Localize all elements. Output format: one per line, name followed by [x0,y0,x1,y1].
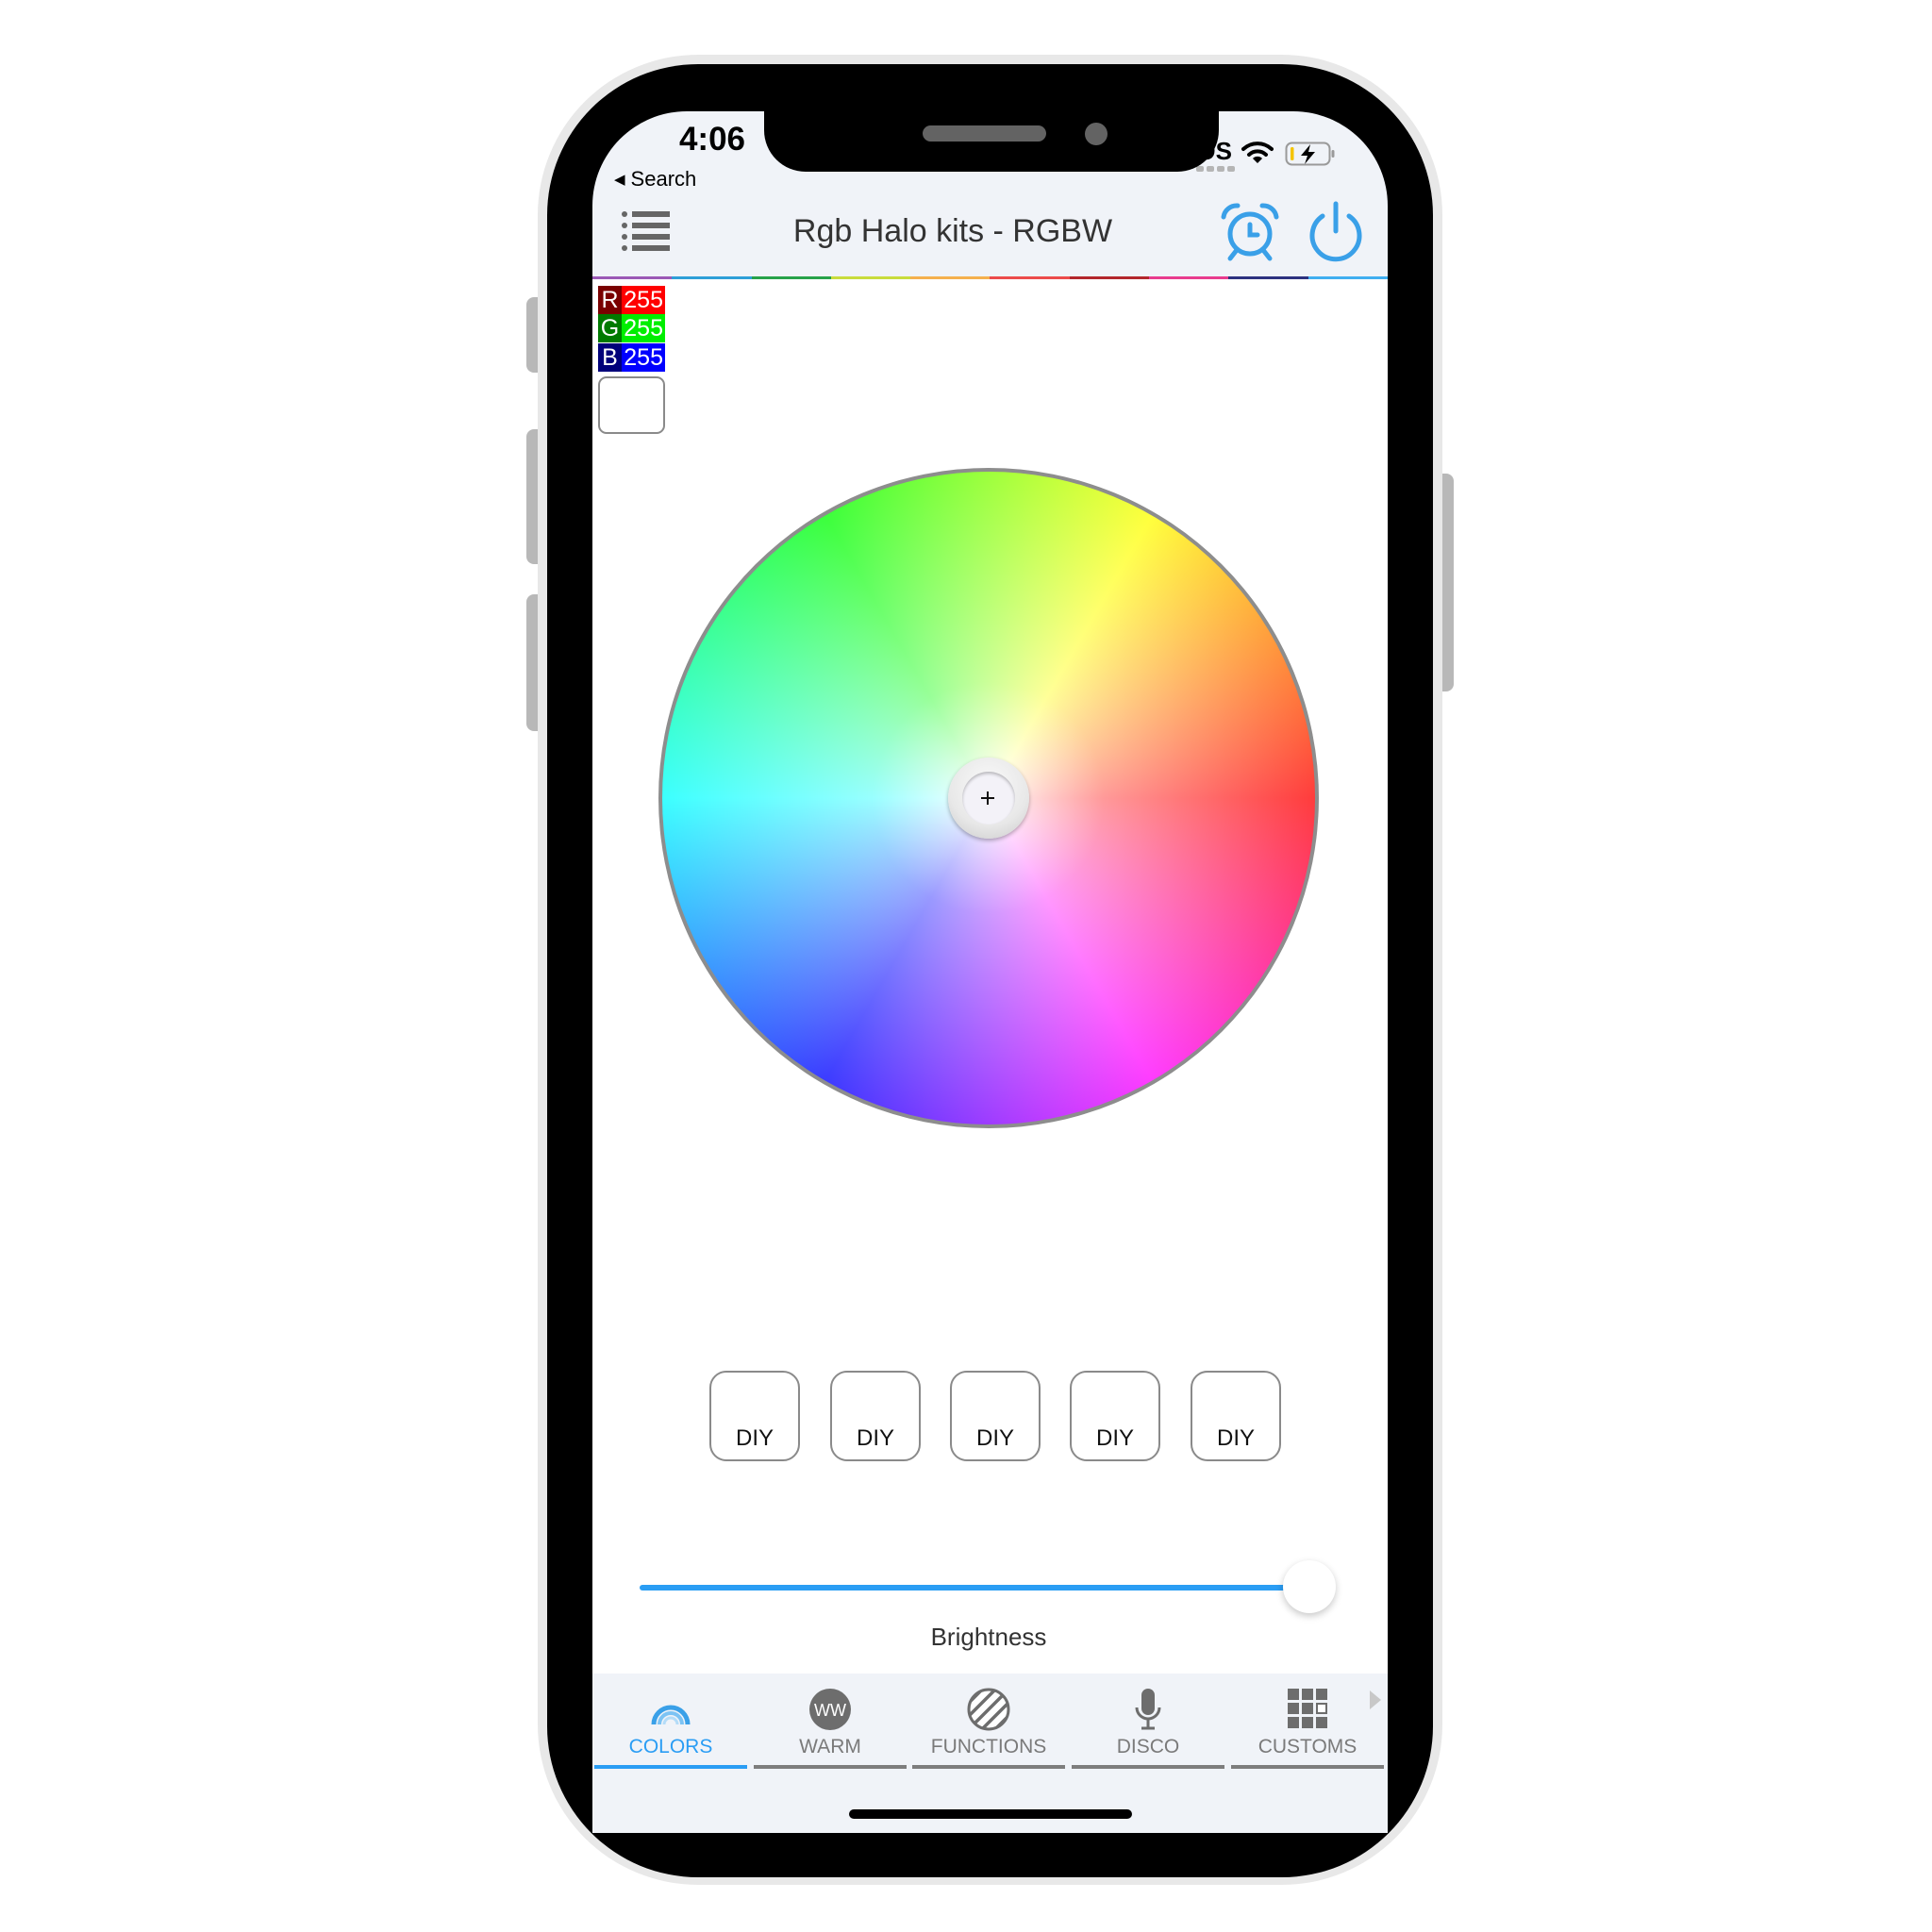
diy-preset-button-2[interactable]: DIY [830,1371,921,1461]
green-value: 255 [622,314,665,342]
red-channel-readout: R 255 [598,286,665,314]
brightness-slider-thumb[interactable] [1283,1560,1336,1613]
tab-warm[interactable]: WW WARM [754,1677,907,1772]
diy-preset-button-1[interactable]: DIY [709,1371,800,1461]
home-indicator[interactable] [849,1809,1132,1819]
cellular-dots-icon [1196,166,1235,172]
back-label: Search [630,167,697,191]
tab-active-indicator [594,1765,747,1769]
diy-preset-button-5[interactable]: DIY [1191,1371,1281,1461]
crosshair-icon [981,791,994,805]
page-title: Rgb Halo kits - RGBW [792,213,1113,249]
blue-label: B [598,343,622,372]
back-to-search-link[interactable]: ◀ Search [614,167,696,192]
tab-label: FUNCTIONS [930,1736,1047,1757]
red-value: 255 [622,286,665,314]
tab-indicator [912,1765,1065,1769]
tab-indicator [1231,1765,1384,1769]
tab-functions[interactable]: FUNCTIONS [912,1677,1065,1772]
front-camera [1085,123,1108,145]
ww-text: WW [814,1701,846,1720]
tab-indicator [1072,1765,1224,1769]
back-arrow-icon: ◀ [614,172,625,188]
tab-label: DISCO [1116,1736,1180,1757]
green-channel-readout: G 255 [598,314,665,342]
tab-label: CUSTOMS [1257,1736,1357,1757]
grid-icon [1288,1689,1327,1728]
current-color-swatch [598,376,665,434]
tab-disco[interactable]: DISCO [1072,1677,1224,1772]
rainbow-icon [651,1705,691,1725]
tab-colors[interactable]: COLORS [594,1677,747,1772]
battery-charging-icon [1285,142,1335,166]
striped-circle-icon [967,1688,1010,1731]
diy-preset-button-3[interactable]: DIY [950,1371,1041,1461]
list-menu-icon[interactable] [621,209,672,253]
tab-indicator [754,1765,907,1769]
tab-label: COLORS [628,1736,713,1757]
chevron-right-icon[interactable] [1368,1689,1383,1711]
green-label: G [598,314,622,342]
microphone-icon [1135,1689,1161,1730]
diy-preset-button-4[interactable]: DIY [1070,1371,1160,1461]
wifi-icon [1241,142,1274,163]
brightness-slider-track[interactable] [640,1585,1309,1591]
power-icon[interactable] [1307,200,1365,262]
status-time: 4:06 [678,121,746,158]
brightness-label: Brightness [930,1623,1047,1651]
alarm-clock-icon[interactable] [1219,200,1281,262]
tab-label: WARM [799,1736,861,1757]
ww-badge-icon: WW [809,1689,851,1730]
red-label: R [598,286,622,314]
blue-channel-readout: B 255 [598,343,665,372]
side-power-button [1441,474,1454,691]
blue-value: 255 [622,343,665,372]
tab-customs[interactable]: CUSTOMS [1231,1677,1384,1772]
speaker-grille [923,125,1046,142]
